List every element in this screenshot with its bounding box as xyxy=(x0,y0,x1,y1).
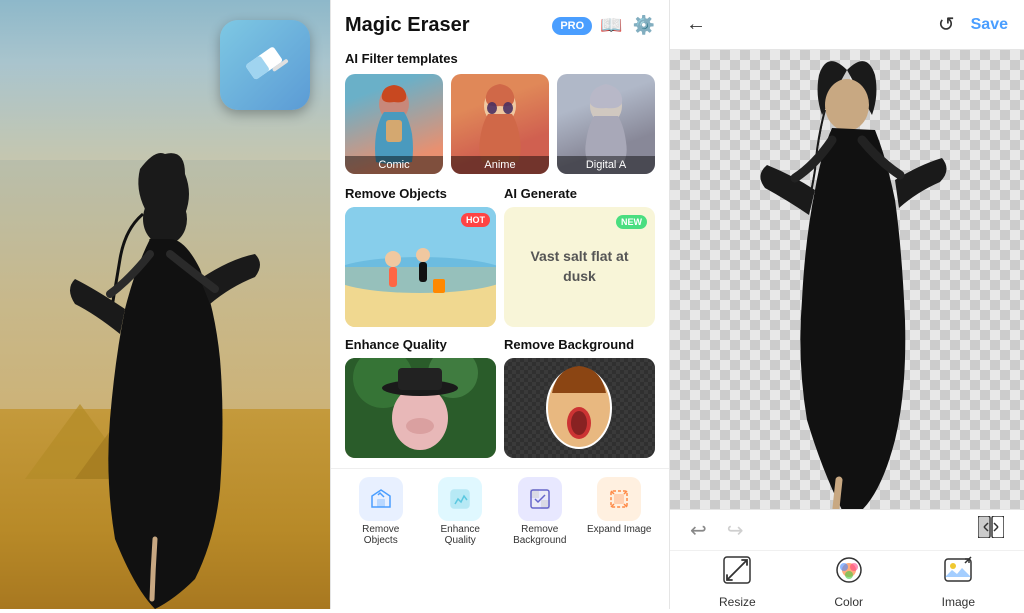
bottom-toolbar: RemoveObjects EnhanceQuality RemoveBackg… xyxy=(331,468,669,552)
tool-resize[interactable]: Resize xyxy=(719,555,756,609)
filter-label-digital: Digital A xyxy=(557,156,655,174)
remove-objects-image: HOT xyxy=(345,207,496,327)
color-icon xyxy=(834,555,864,592)
canvas-area xyxy=(670,50,1024,509)
filter-card-digital[interactable]: Digital A xyxy=(557,74,655,174)
remove-objects-icon xyxy=(359,477,403,521)
right-panel: ← ↺ Save ↩ xyxy=(670,0,1024,609)
expand-image-icon xyxy=(597,477,641,521)
tool-remove-background-label: RemoveBackground xyxy=(513,524,566,546)
enhance-quality-card[interactable] xyxy=(345,358,496,458)
middle-panel: Magic Eraser PRO 📖 ⚙️ AI Filter template… xyxy=(330,0,670,609)
filter-label-anime: Anime xyxy=(451,156,549,174)
tool-expand-image[interactable]: Expand Image xyxy=(580,477,660,546)
filter-label-comic: Comic xyxy=(345,156,443,174)
resize-label: Resize xyxy=(719,595,756,609)
remove-objects-section: Remove Objects xyxy=(345,186,496,327)
person-figure xyxy=(0,139,330,609)
hot-badge: HOT xyxy=(461,213,490,227)
new-badge: NEW xyxy=(616,215,647,229)
image-label: Image xyxy=(942,595,975,609)
back-button[interactable]: ← xyxy=(686,13,706,36)
tool-expand-image-label: Expand Image xyxy=(587,524,652,535)
redo-button[interactable]: ↪ xyxy=(727,518,744,543)
right-header: ← ↺ Save xyxy=(670,0,1024,50)
remove-objects-card[interactable]: HOT xyxy=(345,207,496,327)
settings-icon[interactable]: ⚙️ xyxy=(633,15,655,36)
ai-generate-title: AI Generate xyxy=(504,186,655,201)
remove-bg-image xyxy=(504,358,655,458)
remove-bg-section: Remove Background xyxy=(504,337,655,458)
book-icon[interactable]: 📖 xyxy=(600,15,622,36)
undo-button[interactable]: ↩ xyxy=(690,518,707,543)
filter-row: Comic Anime xyxy=(331,74,669,186)
enhance-quality-section: Enhance Quality xyxy=(345,337,496,458)
tool-color[interactable]: Color xyxy=(834,555,864,609)
save-button[interactable]: Save xyxy=(971,16,1008,34)
remove-bg-card[interactable] xyxy=(504,358,655,458)
resize-icon xyxy=(722,555,752,592)
tool-enhance-quality[interactable]: EnhanceQuality xyxy=(421,477,501,546)
two-col-section-2: Enhance Quality xyxy=(331,337,669,468)
header: Magic Eraser PRO 📖 ⚙️ xyxy=(331,0,669,47)
tool-remove-background[interactable]: RemoveBackground xyxy=(500,477,580,546)
remove-bg-icon xyxy=(518,477,562,521)
remove-bg-title: Remove Background xyxy=(504,337,655,352)
color-label: Color xyxy=(834,595,863,609)
undo-redo-row: ↩ ↪ xyxy=(670,510,1024,551)
tool-image[interactable]: Image xyxy=(942,555,975,609)
image-icon xyxy=(943,555,973,592)
tool-remove-objects-label: RemoveObjects xyxy=(362,524,399,546)
ai-generate-card[interactable]: NEW Vast salt flat at dusk xyxy=(504,207,655,327)
filter-section-title: AI Filter templates xyxy=(331,47,669,74)
pro-badge[interactable]: PRO xyxy=(552,17,592,35)
ai-generate-section: AI Generate NEW Vast salt flat at dusk xyxy=(504,186,655,327)
left-panel xyxy=(0,0,330,609)
person-cutout-image xyxy=(747,50,947,509)
filter-card-comic[interactable]: Comic xyxy=(345,74,443,174)
tool-enhance-quality-label: EnhanceQuality xyxy=(441,524,480,546)
remove-objects-title: Remove Objects xyxy=(345,186,496,201)
refresh-button[interactable]: ↺ xyxy=(938,12,955,37)
app-title: Magic Eraser xyxy=(345,14,544,37)
main-tools-row: Resize Color xyxy=(670,551,1024,613)
compare-button[interactable] xyxy=(978,516,1004,544)
tool-remove-objects[interactable]: RemoveObjects xyxy=(341,477,421,546)
eraser-icon xyxy=(231,29,298,102)
right-bottom-controls: ↩ ↪ xyxy=(670,509,1024,609)
enhance-quality-image xyxy=(345,358,496,458)
filter-card-anime[interactable]: Anime xyxy=(451,74,549,174)
header-icons: 📖 ⚙️ xyxy=(600,15,655,36)
enhance-quality-title: Enhance Quality xyxy=(345,337,496,352)
two-col-section-1: Remove Objects xyxy=(331,186,669,337)
enhance-quality-icon xyxy=(438,477,482,521)
app-icon xyxy=(220,20,310,110)
ai-generate-prompt: Vast salt flat at dusk xyxy=(514,247,645,286)
